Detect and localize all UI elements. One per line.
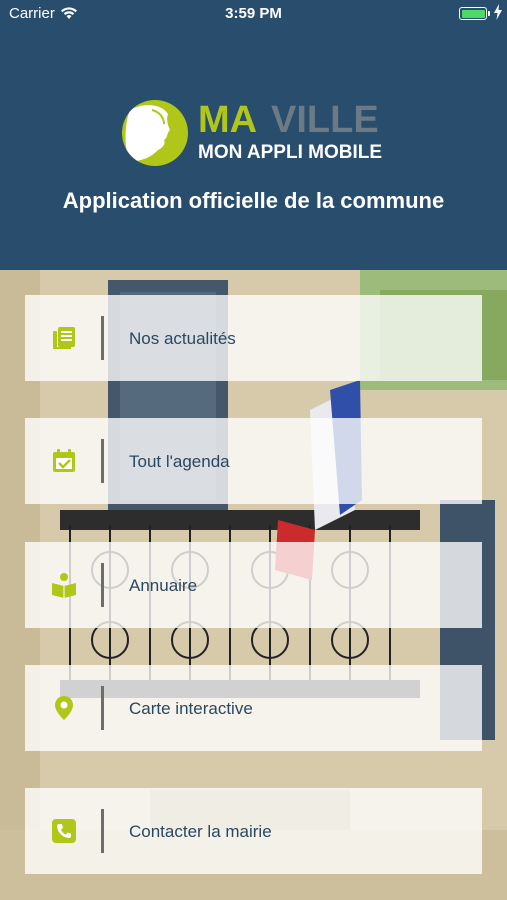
calendar-icon bbox=[53, 449, 75, 472]
menu-item-label: Annuaire bbox=[129, 576, 198, 595]
menu-divider bbox=[101, 809, 104, 853]
menu-item-label: Contacter la mairie bbox=[129, 822, 272, 841]
phone-icon bbox=[52, 819, 76, 843]
clock-time: 3:59 PM bbox=[225, 5, 282, 22]
menu-item-news[interactable]: Nos actualités bbox=[25, 295, 482, 381]
menu-item-agenda[interactable]: Tout l'agenda bbox=[25, 418, 482, 504]
battery-icon bbox=[459, 7, 490, 20]
town-hall-background-image: Nos actualités Tout l'agenda Annuaire Ca… bbox=[0, 270, 507, 900]
brand-ville: VILLE bbox=[271, 99, 379, 141]
menu-divider bbox=[101, 439, 104, 483]
menu-divider bbox=[101, 316, 104, 360]
news-icon bbox=[53, 327, 75, 349]
status-bar: Carrier 3:59 PM bbox=[0, 0, 507, 28]
menu-divider bbox=[101, 686, 104, 730]
directory-book-icon bbox=[52, 573, 76, 598]
map-pin-icon bbox=[55, 696, 73, 720]
menu-item-map[interactable]: Carte interactive bbox=[25, 665, 482, 751]
header: Carrier 3:59 PM MA VILLE MON APPLI MOBIL… bbox=[0, 0, 507, 270]
page-title: Application officielle de la commune bbox=[62, 188, 445, 213]
logo: MA VILLE MON APPLI MOBILE bbox=[122, 99, 392, 170]
menu-item-label: Carte interactive bbox=[129, 699, 253, 718]
menu-item-label: Nos actualités bbox=[129, 329, 236, 348]
menu-divider bbox=[101, 563, 104, 607]
brand-ma: MA bbox=[198, 99, 258, 141]
charging-icon bbox=[494, 4, 502, 20]
menu-item-directory[interactable]: Annuaire bbox=[25, 542, 482, 628]
marianne-logo-icon bbox=[122, 100, 188, 166]
brand-subtitle: MON APPLI MOBILE bbox=[198, 142, 383, 163]
menu-item-label: Tout l'agenda bbox=[129, 452, 230, 471]
menu-item-contact[interactable]: Contacter la mairie bbox=[25, 788, 482, 874]
